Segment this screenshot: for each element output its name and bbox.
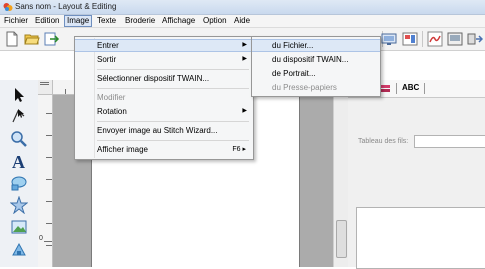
image-menu-dropdown: Entrer ▶ Sortir ▶ Sélectionner dispositi… — [74, 36, 254, 160]
menu-affichage[interactable]: Affichage — [161, 16, 196, 26]
stitch-icon[interactable] — [427, 31, 443, 47]
text-tool-icon[interactable]: A — [10, 152, 28, 170]
toolbar-separator — [422, 31, 423, 47]
menu-option[interactable]: Option — [202, 16, 228, 26]
thread-chart-label: Tableau des fils: — [358, 138, 409, 145]
submenu-item-portrait[interactable]: de Portrait... — [252, 67, 380, 80]
menu-item-select-twain[interactable]: Sélectionner dispositif TWAIN... — [75, 72, 253, 85]
menu-separator — [97, 88, 249, 89]
ruler-zero-label: 0 — [39, 235, 43, 242]
submenu-arrow-icon: ▶ — [242, 108, 247, 114]
submenu-arrow-icon: ▶ — [242, 56, 247, 62]
properties-panel: ABC Tableau des fils: — [348, 80, 485, 269]
tab-separator — [424, 83, 425, 94]
shape-tool-icon[interactable] — [10, 174, 28, 192]
transfer-icon[interactable] — [467, 31, 483, 47]
import-icon[interactable] — [44, 31, 60, 47]
tool-palette: A — [0, 80, 39, 267]
app-icon — [3, 3, 13, 11]
menu-item-sortir[interactable]: Sortir ▶ — [75, 53, 253, 66]
submenu-item-presse-papiers: du Presse-papiers — [272, 83, 337, 92]
open-folder-icon[interactable] — [24, 31, 40, 47]
layout-icon[interactable] — [402, 31, 418, 47]
menu-item-modifier: Modifier — [97, 93, 126, 102]
zoom-icon[interactable] — [10, 130, 28, 148]
menu-item-stitch-wizard[interactable]: Envoyer image au Stitch Wizard... — [75, 124, 253, 137]
menu-bar: Fichier Edition Image Texte Broderie Aff… — [0, 15, 485, 28]
stitch-wizard-icon[interactable] — [10, 196, 28, 214]
menu-fichier[interactable]: Fichier — [3, 16, 29, 26]
thread-chart-select[interactable] — [414, 135, 485, 148]
menu-item-afficher-image[interactable]: Afficher image F6 ▸ — [75, 143, 253, 156]
menu-separator — [97, 69, 249, 70]
submenu-arrow-icon: ▶ — [242, 42, 247, 48]
menu-separator — [97, 121, 249, 122]
panel-preview-box — [356, 207, 485, 269]
menu-separator — [97, 140, 249, 141]
menu-broderie[interactable]: Broderie — [124, 16, 156, 26]
image-tool-icon[interactable] — [10, 218, 28, 236]
menu-shortcut: F6 ▸ — [232, 146, 246, 153]
point-edit-icon[interactable] — [10, 107, 28, 125]
monitor-icon[interactable] — [381, 31, 397, 47]
menu-texte[interactable]: Texte — [96, 16, 117, 26]
tab-separator — [396, 83, 397, 94]
submenu-item-du-fichier[interactable]: du Fichier... — [252, 39, 380, 52]
menu-item-rotation[interactable]: Rotation ▶ — [75, 105, 253, 118]
menu-image[interactable]: Image — [64, 15, 93, 27]
new-file-icon[interactable] — [4, 31, 20, 47]
window-title: Sans nom - Layout & Editing — [15, 2, 117, 11]
arrow-select-icon[interactable] — [10, 86, 28, 104]
menu-item-entrer[interactable]: Entrer ▶ — [75, 39, 253, 52]
title-bar: Sans nom - Layout & Editing — [0, 0, 485, 15]
svg-text:A: A — [12, 152, 25, 170]
menu-edition[interactable]: Edition — [34, 16, 60, 26]
submenu-item-twain[interactable]: du dispositif TWAIN... — [252, 53, 380, 66]
vertical-ruler: 0 — [38, 95, 53, 267]
canvas-vertical-scrollbar[interactable] — [333, 80, 349, 267]
window-icon[interactable] — [447, 31, 463, 47]
entrer-submenu: du Fichier... du dispositif TWAIN... de … — [251, 36, 381, 97]
menu-aide[interactable]: Aide — [233, 16, 251, 26]
text-attributes-tab[interactable]: ABC — [402, 83, 419, 92]
fill-tool-icon[interactable] — [10, 240, 28, 258]
scrollbar-thumb[interactable] — [336, 220, 347, 258]
ruler-corner — [38, 80, 53, 95]
